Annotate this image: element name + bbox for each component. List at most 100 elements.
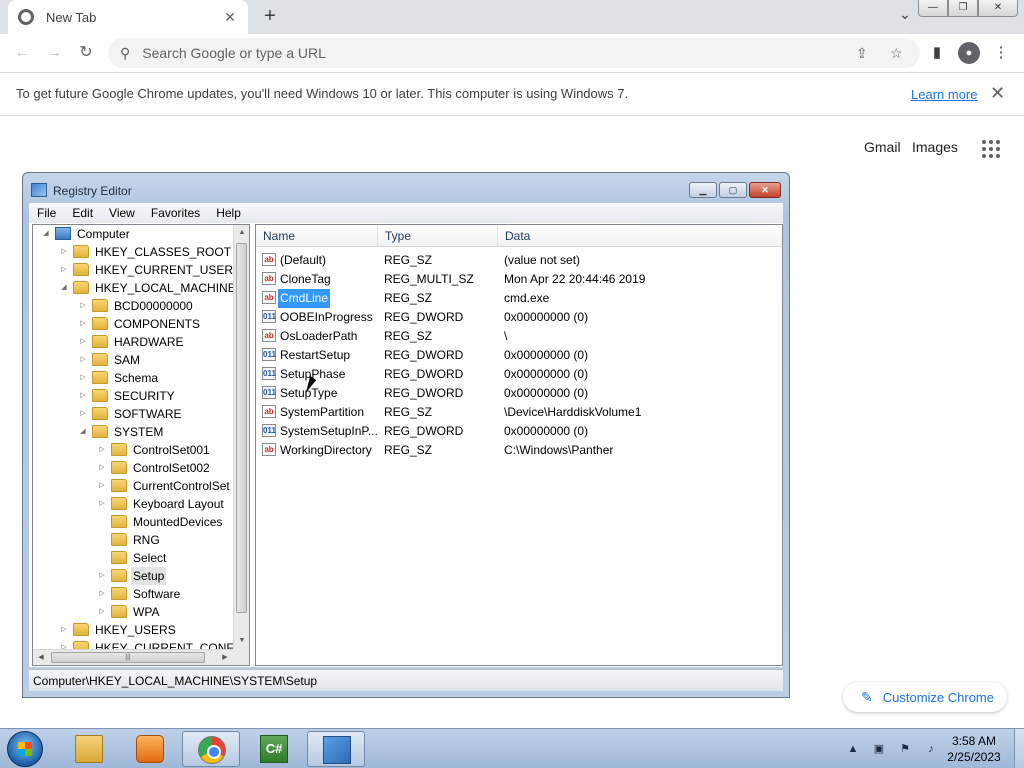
menu-view[interactable]: View bbox=[101, 206, 143, 220]
expand-arrow-icon[interactable]: ▷ bbox=[97, 441, 107, 459]
start-button[interactable] bbox=[7, 731, 43, 767]
column-header-data[interactable]: Data bbox=[498, 225, 782, 247]
list-item-selected[interactable]: ab CmdLine REG_SZ cmd.exe bbox=[256, 289, 782, 308]
google-apps-icon[interactable] bbox=[982, 140, 1000, 158]
value-name: SetupPhase bbox=[280, 367, 346, 381]
tab-new-tab[interactable]: New Tab ✕ bbox=[8, 0, 248, 34]
list-item[interactable]: ab SystemPartition REG_SZ \Device\HarddiskV… bbox=[256, 403, 782, 422]
list-item[interactable]: ab OsLoaderPath REG_SZ \ bbox=[256, 327, 782, 346]
side-panel-icon[interactable]: ▮ bbox=[926, 42, 948, 64]
list-item[interactable]: ab WorkingDirectory REG_SZ C:\Windows\Panth… bbox=[256, 441, 782, 460]
folder-icon bbox=[111, 461, 127, 474]
clock[interactable]: 3:58 AM 2/25/2023 bbox=[934, 733, 1014, 765]
list-item[interactable]: 011 SetupType REG_DWORD 0x00000000 (0) bbox=[256, 384, 782, 403]
scroll-up-icon[interactable]: ▲ bbox=[234, 225, 249, 241]
network-icon[interactable]: ▣ bbox=[870, 741, 888, 757]
taskbar-media-player[interactable] bbox=[121, 731, 179, 767]
chrome-menu-icon[interactable]: ⋮ bbox=[990, 42, 1012, 64]
scroll-thumb[interactable] bbox=[236, 243, 247, 613]
expand-arrow-icon[interactable]: ▷ bbox=[78, 297, 88, 315]
expand-arrow-icon[interactable]: ▷ bbox=[97, 459, 107, 477]
minimize-button[interactable]: — bbox=[918, 0, 948, 17]
menu-file[interactable]: File bbox=[29, 206, 64, 220]
forward-button[interactable]: → bbox=[42, 41, 66, 65]
list-item[interactable]: 011 RestartSetup REG_DWORD 0x00000000 (0) bbox=[256, 346, 782, 365]
list-item[interactable]: ab (Default) REG_SZ (value not set) bbox=[256, 251, 782, 270]
clock-time: 3:58 AM bbox=[951, 734, 997, 748]
scroll-thumb-grip[interactable]: ||| bbox=[51, 652, 205, 663]
taskbar-chrome[interactable] bbox=[182, 731, 240, 767]
scroll-right-icon[interactable]: ▶ bbox=[217, 650, 233, 665]
collapse-arrow-icon[interactable]: ◢ bbox=[59, 279, 69, 297]
list-item[interactable]: 011 SetupPhase REG_DWORD 0x00000000 (0) bbox=[256, 365, 782, 384]
regedit-minimize-button[interactable]: ▁ bbox=[689, 182, 717, 198]
collapse-arrow-icon[interactable]: ◢ bbox=[41, 225, 51, 243]
value-name: WorkingDirectory bbox=[280, 443, 372, 457]
scroll-down-icon[interactable]: ▼ bbox=[234, 633, 249, 649]
menu-favorites[interactable]: Favorites bbox=[143, 206, 208, 220]
learn-more-link[interactable]: Learn more bbox=[911, 87, 977, 102]
expand-arrow-icon[interactable]: ▷ bbox=[97, 585, 107, 603]
expand-arrow-icon[interactable]: ▷ bbox=[97, 477, 107, 495]
tab-close-icon[interactable]: ✕ bbox=[222, 9, 238, 26]
profile-avatar-icon[interactable]: ● bbox=[958, 42, 980, 64]
tab-search-icon[interactable]: ⌄ bbox=[894, 6, 916, 28]
tray-overflow-icon[interactable]: ▲ bbox=[844, 741, 862, 757]
folder-icon bbox=[92, 335, 108, 348]
expand-arrow-icon[interactable]: ▷ bbox=[59, 261, 69, 279]
bookmark-star-icon[interactable]: ☆ bbox=[890, 38, 903, 68]
expand-arrow-icon[interactable]: ▷ bbox=[78, 315, 88, 333]
reload-button[interactable]: ↻ bbox=[74, 41, 98, 65]
expand-arrow-icon[interactable]: ▷ bbox=[59, 621, 69, 639]
regedit-titlebar[interactable]: Registry Editor ▁ ▢ ✕ bbox=[23, 173, 789, 203]
omnibox[interactable]: ⚲ ⇪ ☆ bbox=[108, 38, 920, 68]
infobar-close-icon[interactable]: ✕ bbox=[990, 83, 1005, 104]
regedit-app-icon bbox=[31, 183, 47, 197]
taskbar-explorer[interactable] bbox=[60, 731, 118, 767]
share-icon[interactable]: ⇪ bbox=[856, 38, 868, 68]
regedit-maximize-button[interactable]: ▢ bbox=[719, 182, 747, 198]
tree-vertical-scrollbar[interactable]: ▲ ▼ bbox=[233, 225, 249, 649]
tree-horizontal-scrollbar[interactable]: ◀ ||| ▶ bbox=[33, 649, 233, 665]
close-window-button[interactable]: ✕ bbox=[978, 0, 1018, 17]
expand-arrow-icon[interactable]: ▷ bbox=[59, 639, 69, 649]
expand-arrow-icon[interactable]: ▷ bbox=[97, 495, 107, 513]
expand-arrow-icon[interactable]: ▷ bbox=[97, 603, 107, 621]
collapse-arrow-icon[interactable]: ◢ bbox=[78, 423, 88, 441]
expand-arrow-icon[interactable]: ▷ bbox=[78, 351, 88, 369]
regedit-title: Registry Editor bbox=[53, 184, 132, 198]
column-header-name[interactable]: Name bbox=[256, 225, 378, 247]
images-link[interactable]: Images bbox=[912, 139, 958, 155]
gmail-link[interactable]: Gmail bbox=[864, 139, 901, 155]
menu-help[interactable]: Help bbox=[208, 206, 249, 220]
expand-arrow-icon[interactable]: ▷ bbox=[97, 567, 107, 585]
show-desktop-button[interactable] bbox=[1014, 729, 1024, 768]
customize-chrome-button[interactable]: ✎ Customize Chrome bbox=[843, 682, 1007, 712]
value-type: REG_DWORD bbox=[384, 386, 464, 400]
omnibox-input[interactable] bbox=[142, 45, 743, 61]
string-value-icon: ab bbox=[262, 405, 276, 418]
restore-button[interactable]: ❐ bbox=[948, 0, 978, 17]
scroll-left-icon[interactable]: ◀ bbox=[33, 650, 49, 665]
expand-arrow-icon[interactable]: ▷ bbox=[78, 333, 88, 351]
tree-label: COMPONENTS bbox=[114, 317, 201, 331]
value-type: REG_MULTI_SZ bbox=[384, 272, 474, 286]
expand-arrow-icon[interactable]: ▷ bbox=[78, 405, 88, 423]
list-item[interactable]: ab CloneTag REG_MULTI_SZ Mon Apr 22 20:44:4… bbox=[256, 270, 782, 289]
taskbar-regedit[interactable] bbox=[307, 731, 365, 767]
list-item[interactable]: 011 SystemSetupInP... REG_DWORD 0x00000000 … bbox=[256, 422, 782, 441]
regedit-close-button[interactable]: ✕ bbox=[749, 182, 781, 198]
expand-arrow-icon[interactable]: ▷ bbox=[59, 243, 69, 261]
expand-arrow-icon[interactable]: ▷ bbox=[78, 387, 88, 405]
column-header-type[interactable]: Type bbox=[378, 225, 498, 247]
list-header: Name Type Data bbox=[256, 225, 782, 247]
clock-date: 2/25/2023 bbox=[947, 750, 1001, 764]
menu-edit[interactable]: Edit bbox=[64, 206, 101, 220]
back-button[interactable]: ← bbox=[10, 41, 34, 65]
new-tab-button[interactable]: + bbox=[258, 5, 282, 29]
value-type: REG_DWORD bbox=[384, 348, 464, 362]
action-center-flag-icon[interactable]: ⚑ bbox=[896, 741, 914, 757]
list-item[interactable]: 011 OOBEInProgress REG_DWORD 0x00000000 (0) bbox=[256, 308, 782, 327]
expand-arrow-icon[interactable]: ▷ bbox=[78, 369, 88, 387]
taskbar-csharp[interactable]: C# bbox=[245, 731, 303, 767]
